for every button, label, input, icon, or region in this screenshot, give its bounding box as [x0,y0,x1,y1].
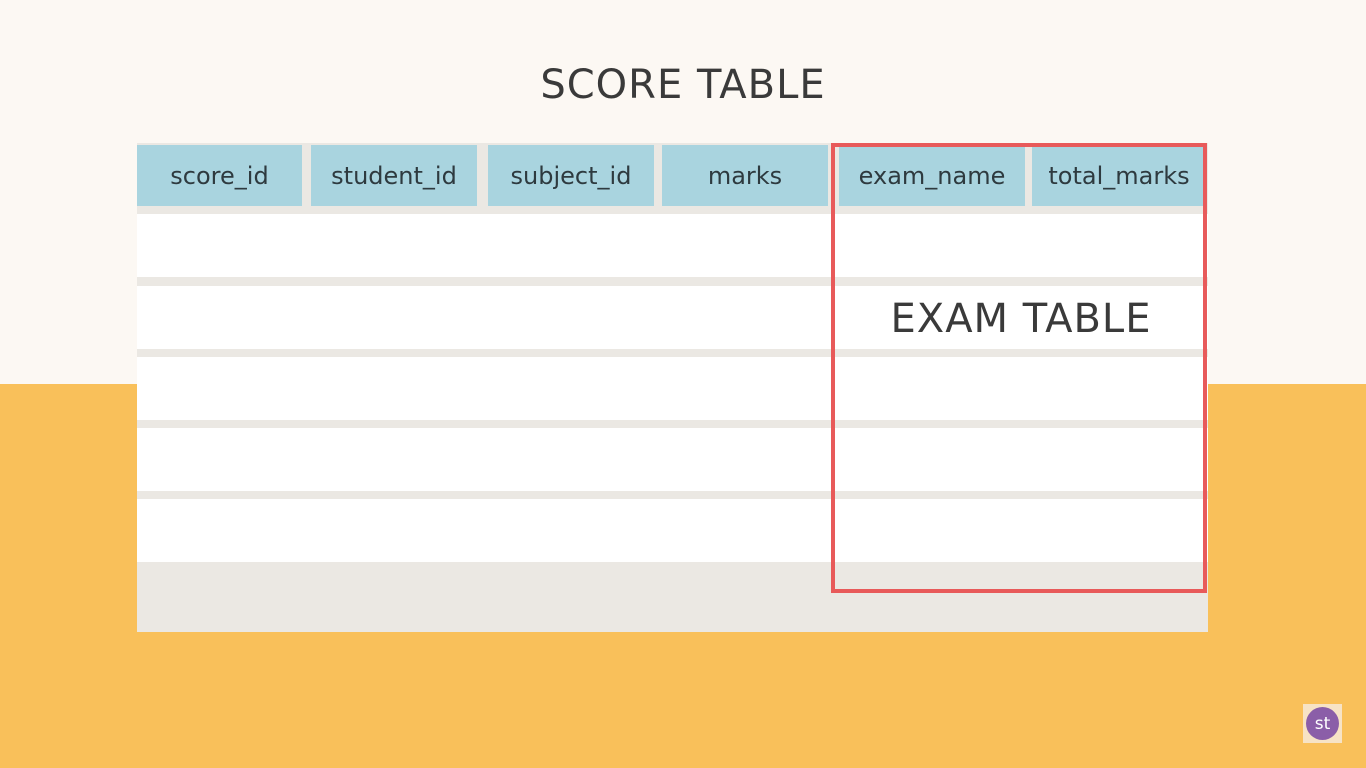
column-header-student-id: student_id [311,145,477,206]
page-title: SCORE TABLE [540,62,826,108]
exam-table-highlight [831,143,1207,593]
logo: st [1303,704,1342,743]
column-header-marks: marks [662,145,828,206]
exam-table-label: EXAM TABLE [890,296,1152,342]
column-header-score-id: score_id [137,145,302,206]
logo-icon: st [1306,707,1339,740]
column-header-subject-id: subject_id [488,145,654,206]
